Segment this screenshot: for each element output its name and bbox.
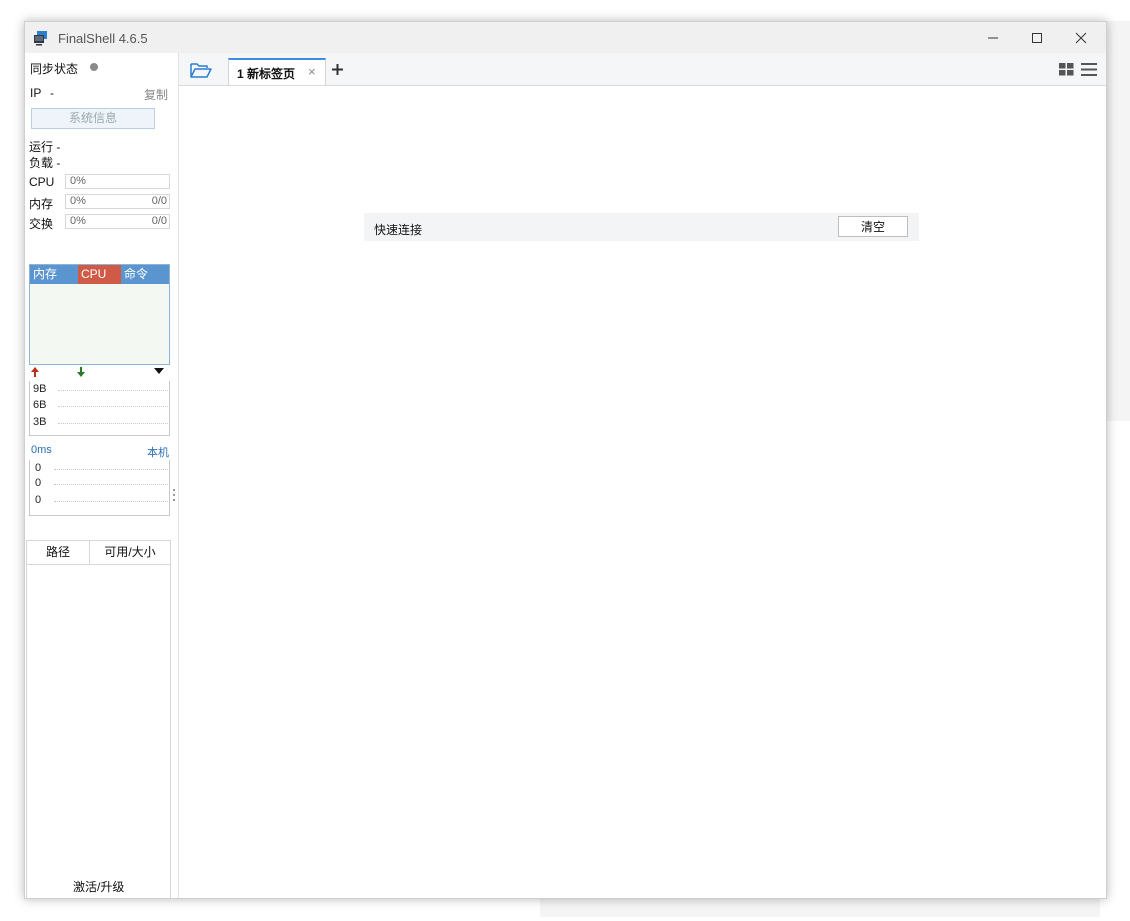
clear-button[interactable]: 清空: [838, 216, 908, 237]
minimize-button[interactable]: [971, 22, 1015, 53]
grid-line: [58, 406, 168, 407]
close-window-button[interactable]: [1059, 22, 1103, 53]
desktop-background-right: [1105, 21, 1130, 421]
grid-line: [58, 390, 168, 391]
process-tab-memory[interactable]: 内存: [30, 265, 78, 284]
sync-status-indicator-icon: [90, 63, 98, 71]
fs-column-available-size[interactable]: 可用/大小: [90, 541, 170, 565]
download-arrow-icon: [77, 367, 85, 377]
grid-line: [54, 484, 168, 485]
latency-y-label: 0: [35, 494, 42, 506]
maximize-button[interactable]: [1015, 22, 1059, 53]
sidebar-resize-handle[interactable]: [173, 489, 176, 505]
window-title: FinalShell 4.6.5: [58, 31, 148, 46]
copy-ip-link[interactable]: 复制: [144, 86, 168, 103]
load-label: 负载 -: [29, 156, 61, 170]
tab-bar: 1 新标签页 ×: [179, 53, 1106, 86]
grid-line: [54, 501, 168, 502]
grid-line: [58, 423, 168, 424]
tab-new-tab[interactable]: 1 新标签页 ×: [228, 58, 326, 85]
tab-close-icon[interactable]: ×: [308, 64, 316, 79]
folder-open-icon[interactable]: [190, 62, 212, 78]
swap-amount: 0/0: [151, 215, 167, 227]
swap-usage-bar: 0% 0/0: [65, 214, 170, 229]
cpu-usage-bar: 0%: [65, 174, 170, 189]
quick-connect-label: 快速连接: [374, 223, 423, 237]
minimize-icon: [988, 37, 998, 38]
quick-connect-bar: 快速连接 清空: [364, 213, 919, 241]
latency-graph: 0 0 0: [29, 460, 170, 516]
ip-label: IP: [30, 86, 42, 100]
uptime-label: 运行 -: [29, 140, 61, 154]
memory-usage-bar: 0% 0/0: [65, 194, 170, 209]
latency-y-label: 0: [35, 462, 42, 474]
filesystem-table: 路径 可用/大小: [26, 540, 171, 898]
swap-percent: 0%: [70, 215, 86, 227]
sidebar: 同步状态 IP - 复制 系统信息 运行 - 负载 - CPU 0% 内存 0%…: [25, 53, 179, 898]
activate-upgrade-link[interactable]: 激活/升级: [73, 878, 124, 895]
latency-y-label: 0: [35, 477, 42, 489]
menu-icon[interactable]: [1081, 63, 1097, 76]
sync-status-label: 同步状态: [30, 62, 79, 76]
upload-arrow-icon: [31, 367, 39, 377]
ip-value: -: [50, 86, 54, 100]
latency-target-link[interactable]: 本机: [147, 444, 169, 460]
network-y-label: 6B: [33, 399, 47, 411]
network-traffic-graph: 9B 6B 3B: [29, 381, 170, 436]
network-y-label: 3B: [33, 416, 47, 428]
app-icon: [34, 31, 47, 46]
process-tab-command[interactable]: 命令: [121, 265, 169, 284]
memory-percent: 0%: [70, 195, 86, 207]
memory-amount: 0/0: [151, 195, 167, 207]
grid-line: [54, 469, 168, 470]
process-table: 内存 CPU 命令: [29, 264, 170, 365]
main-area: 1 新标签页 × 快速连接 清空: [179, 53, 1106, 898]
process-tab-cpu[interactable]: CPU: [78, 265, 121, 284]
add-tab-icon[interactable]: [332, 64, 343, 75]
desktop-background-bottom: [540, 897, 1100, 917]
cpu-label: CPU: [29, 175, 55, 189]
latency-value: 0ms: [31, 444, 52, 456]
memory-label: 内存: [29, 197, 54, 211]
swap-label: 交换: [29, 217, 54, 231]
grid-layout-icon[interactable]: [1059, 63, 1074, 76]
cpu-percent: 0%: [70, 175, 86, 187]
network-y-label: 9B: [33, 383, 47, 395]
finalshell-window: FinalShell 4.6.5 同步状态 IP - 复制 系统信息 运行 - …: [24, 21, 1107, 899]
close-icon: [1075, 32, 1087, 43]
system-info-button[interactable]: 系统信息: [31, 108, 155, 129]
fs-column-path[interactable]: 路径: [27, 541, 90, 565]
tab-label: 1 新标签页: [237, 67, 296, 81]
network-interface-dropdown-icon[interactable]: [154, 367, 164, 375]
maximize-icon: [1032, 32, 1042, 43]
title-bar: FinalShell 4.6.5: [25, 22, 1106, 53]
